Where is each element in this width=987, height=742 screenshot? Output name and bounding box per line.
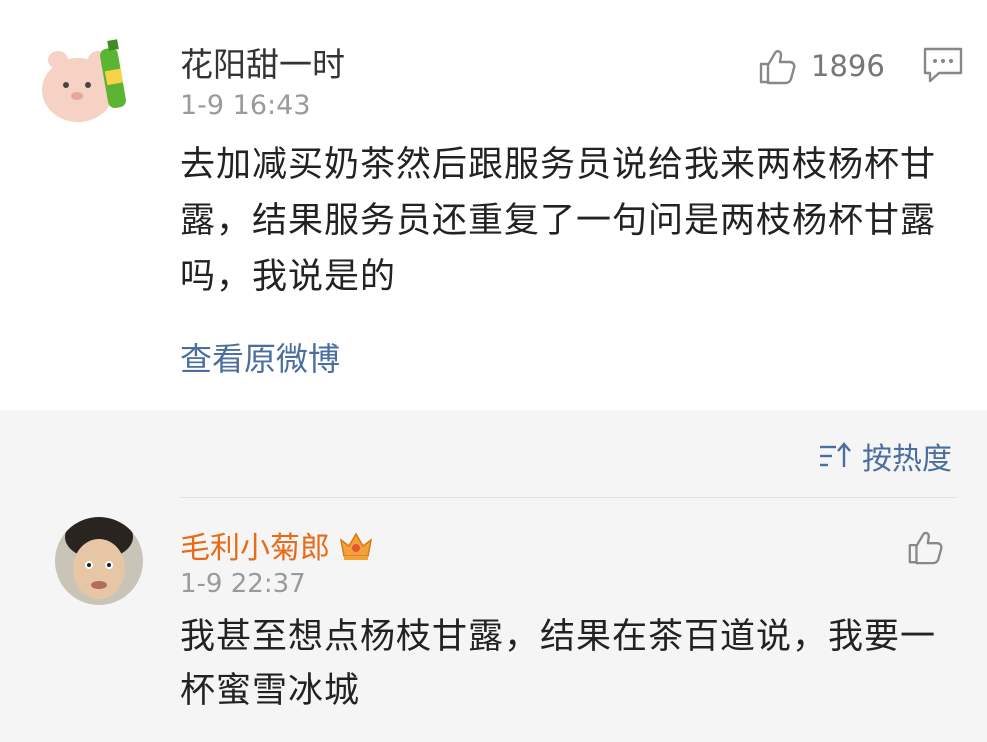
thumbs-up-icon[interactable]: [906, 528, 944, 566]
sort-icon: [820, 442, 851, 467]
post-like-count: 1896: [811, 49, 885, 83]
crown-icon: [339, 532, 373, 560]
post-text: 去加减买奶茶然后跟服务员说给我来两枝杨杯甘露，结果服务员还重复了一句问是两枝杨杯…: [180, 145, 937, 297]
comment-author-avatar[interactable]: [55, 517, 143, 605]
comment-author[interactable]: 毛利小菊郎: [180, 523, 374, 567]
comment-text: 我甚至想点杨枝甘露，结果在茶百道说，我要一杯蜜雪冰城: [180, 617, 937, 711]
divider: [180, 497, 957, 498]
comment-author-name: 毛利小菊郎: [180, 531, 330, 566]
sort-button[interactable]: 按热度: [818, 434, 952, 478]
post-author-name[interactable]: 花阳甜一时: [180, 38, 345, 86]
view-original-link[interactable]: 查看原微博: [180, 334, 340, 380]
post-author-avatar[interactable]: [38, 30, 138, 130]
post-like-button[interactable]: 1896: [757, 44, 885, 88]
comment-icon[interactable]: [922, 46, 964, 84]
post-timestamp: 1-9 16:43: [180, 90, 311, 121]
post-card: 花阳甜一时 1-9 16:43 1896 去加减买奶茶然后跟服务员说给我来两枝杨…: [0, 0, 987, 410]
thumbs-up-icon: [759, 50, 796, 85]
comment-timestamp: 1-9 22:37: [180, 569, 306, 599]
sort-label: 按热度: [862, 442, 952, 477]
comments-section: 按热度 毛利小菊郎 1-9 22:37 我甚至想点杨枝甘露，结果在茶百道说，我要…: [0, 410, 987, 742]
